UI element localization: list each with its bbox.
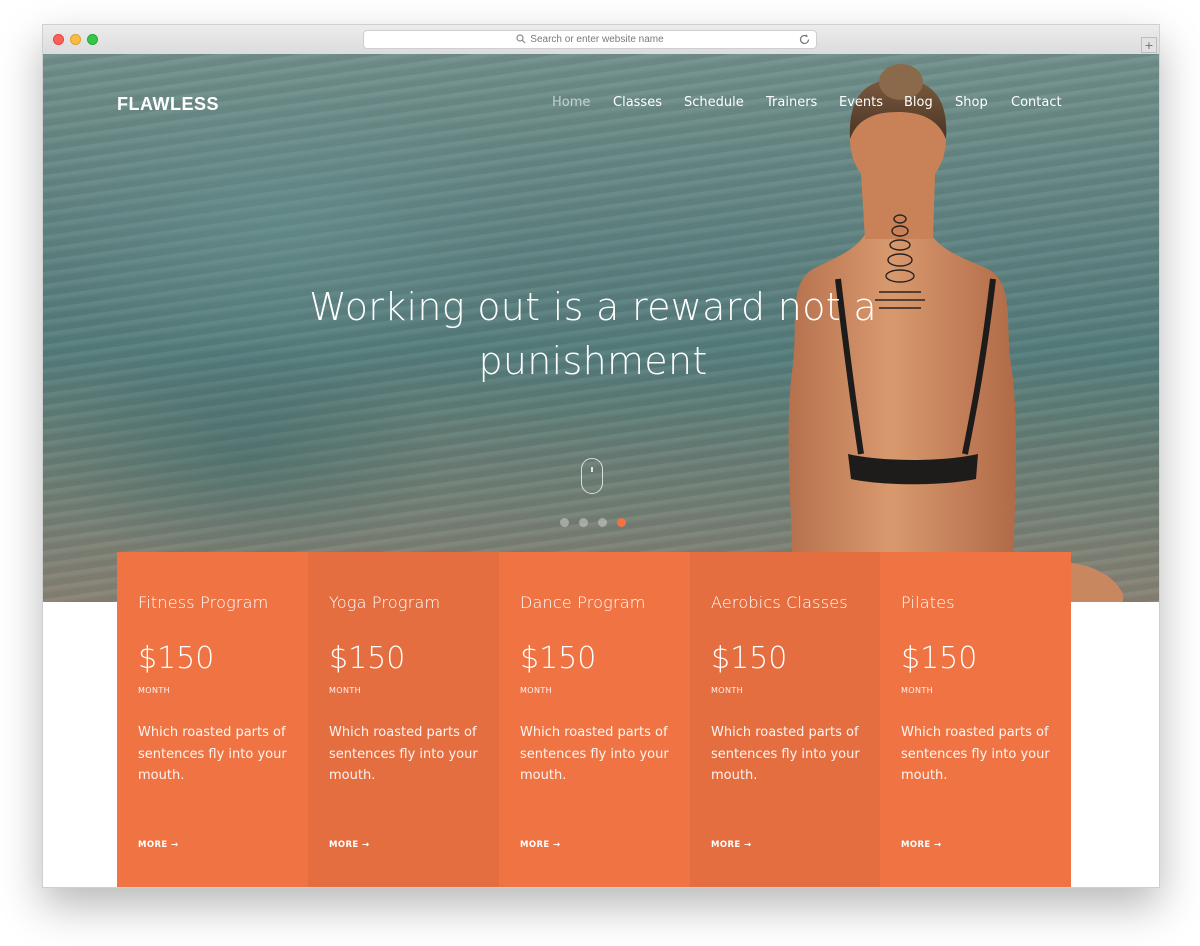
card-period: MONTH — [329, 686, 362, 695]
reload-icon[interactable] — [798, 33, 811, 46]
slider-dot-2[interactable] — [579, 518, 588, 527]
address-bar-placeholder: Search or enter website name — [530, 34, 664, 45]
more-label: MORE — [329, 840, 359, 850]
new-tab-button[interactable]: + — [1141, 37, 1157, 53]
card-more-link[interactable]: MORE → — [329, 840, 370, 850]
mouse-wheel-icon — [591, 467, 593, 472]
pricing-card-fitness: Fitness Program $150 MONTH Which roasted… — [117, 552, 308, 887]
slider-dot-1[interactable] — [560, 518, 569, 527]
card-title: Dance Program — [520, 593, 646, 612]
arrow-right-icon: → — [171, 840, 179, 850]
nav-shop[interactable]: Shop — [955, 95, 988, 110]
card-title: Pilates — [901, 593, 955, 612]
card-more-link[interactable]: MORE → — [520, 840, 561, 850]
card-period: MONTH — [901, 686, 934, 695]
pricing-card-aerobics: Aerobics Classes $150 MONTH Which roaste… — [690, 552, 881, 887]
card-period: MONTH — [138, 686, 171, 695]
nav-trainers[interactable]: Trainers — [766, 95, 817, 110]
slider-dot-3[interactable] — [598, 518, 607, 527]
card-period: MONTH — [711, 686, 744, 695]
card-more-link[interactable]: MORE → — [711, 840, 752, 850]
hero-headline: Working out is a reward not a punishment — [243, 280, 943, 388]
nav-classes[interactable]: Classes — [613, 95, 662, 110]
card-price: $150 — [520, 641, 597, 676]
arrow-right-icon: → — [362, 840, 370, 850]
more-label: MORE — [901, 840, 931, 850]
pricing-card-dance: Dance Program $150 MONTH Which roasted p… — [499, 552, 690, 887]
more-label: MORE — [711, 840, 741, 850]
card-price: $150 — [711, 641, 788, 676]
hero-section: FLAWLESS Home Classes Schedule Trainers … — [43, 54, 1159, 602]
slider-dot-4[interactable] — [617, 518, 626, 527]
card-description: Which roasted parts of sentences fly int… — [138, 725, 287, 783]
pricing-cards: Fitness Program $150 MONTH Which roasted… — [117, 552, 1071, 887]
nav-events[interactable]: Events — [839, 95, 883, 110]
card-title: Fitness Program — [138, 593, 269, 612]
close-window-button[interactable] — [53, 34, 64, 45]
card-description: Which roasted parts of sentences fly int… — [329, 725, 478, 783]
card-price: $150 — [138, 641, 215, 676]
card-description: Which roasted parts of sentences fly int… — [711, 725, 860, 783]
nav-contact[interactable]: Contact — [1011, 95, 1062, 110]
nav-blog[interactable]: Blog — [904, 95, 933, 110]
pricing-card-yoga: Yoga Program $150 MONTH Which roasted pa… — [308, 552, 499, 887]
card-more-link[interactable]: MORE → — [901, 840, 942, 850]
arrow-right-icon: → — [553, 840, 561, 850]
card-description: Which roasted parts of sentences fly int… — [520, 725, 669, 783]
nav-schedule[interactable]: Schedule — [684, 95, 744, 110]
card-title: Aerobics Classes — [711, 593, 848, 612]
card-description: Which roasted parts of sentences fly int… — [901, 725, 1050, 783]
zoom-window-button[interactable] — [87, 34, 98, 45]
card-more-link[interactable]: MORE → — [138, 840, 179, 850]
nav-home[interactable]: Home — [552, 95, 590, 110]
more-label: MORE — [520, 840, 550, 850]
search-icon — [516, 34, 526, 44]
arrow-right-icon: → — [744, 840, 752, 850]
pricing-card-pilates: Pilates $150 MONTH Which roasted parts o… — [880, 552, 1071, 887]
address-bar-content: Search or enter website name — [364, 31, 816, 48]
card-price: $150 — [901, 641, 978, 676]
browser-toolbar: Search or enter website name + — [43, 25, 1159, 55]
browser-window: Search or enter website name + FLAWLESS … — [42, 24, 1160, 888]
hero-headline-line-2: punishment — [478, 339, 708, 383]
card-price: $150 — [329, 641, 406, 676]
card-title: Yoga Program — [329, 593, 441, 612]
site-logo[interactable]: FLAWLESS — [117, 94, 219, 115]
card-period: MONTH — [520, 686, 553, 695]
more-label: MORE — [138, 840, 168, 850]
scroll-down-mouse-icon[interactable] — [581, 458, 603, 494]
hero-headline-line-1: Working out is a reward not a — [309, 285, 877, 329]
address-bar[interactable]: Search or enter website name — [363, 30, 817, 49]
arrow-right-icon: → — [934, 840, 942, 850]
minimize-window-button[interactable] — [70, 34, 81, 45]
